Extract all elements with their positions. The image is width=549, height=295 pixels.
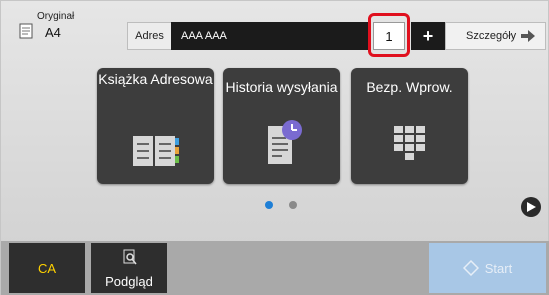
tile-direct-entry-label: Bezp. Wprow. xyxy=(366,79,453,95)
tile-address-book-label: Książka Adresowa xyxy=(98,71,213,87)
add-address-button[interactable]: + xyxy=(411,22,445,50)
page-dot-1[interactable] xyxy=(265,201,273,209)
details-label: Szczegóły xyxy=(466,30,517,42)
clear-all-button[interactable]: CA xyxy=(9,243,85,293)
original-setting[interactable]: Oryginał A4 xyxy=(15,9,95,45)
address-book-icon xyxy=(132,136,179,166)
start-button[interactable]: Start xyxy=(429,243,546,293)
clear-all-label: CA xyxy=(37,260,57,276)
page-dot-2[interactable] xyxy=(289,201,297,209)
original-size: A4 xyxy=(45,25,61,40)
send-history-icon xyxy=(267,120,302,164)
document-icon xyxy=(19,23,33,39)
address-label: Adres xyxy=(127,22,171,50)
send-screen: Oryginał A4 Adres AAA AAA 1 + Szczegóły … xyxy=(0,0,549,295)
tile-send-history-label: Historia wysyłania xyxy=(225,79,338,95)
start-label: Start xyxy=(484,260,513,276)
keypad-icon xyxy=(393,126,425,160)
address-count-badge[interactable]: 1 xyxy=(373,22,405,50)
tile-send-history[interactable]: Historia wysyłania xyxy=(223,68,340,184)
preview-button[interactable]: Podgląd xyxy=(91,243,167,293)
preview-magnifier-icon xyxy=(123,249,137,265)
preview-label: Podgląd xyxy=(105,274,153,289)
tile-direct-entry[interactable]: Bezp. Wprow. xyxy=(351,68,468,184)
next-page-button[interactable] xyxy=(521,197,541,217)
play-right-icon xyxy=(527,202,536,212)
plus-icon: + xyxy=(422,25,434,46)
tile-address-book[interactable]: Książka Adresowa xyxy=(97,68,214,184)
details-button[interactable]: Szczegóły xyxy=(445,22,546,50)
original-label: Oryginał xyxy=(37,11,75,22)
arrow-right-icon xyxy=(521,30,535,42)
diamond-start-icon xyxy=(462,260,479,276)
address-field[interactable]: AAA AAA xyxy=(171,22,369,50)
